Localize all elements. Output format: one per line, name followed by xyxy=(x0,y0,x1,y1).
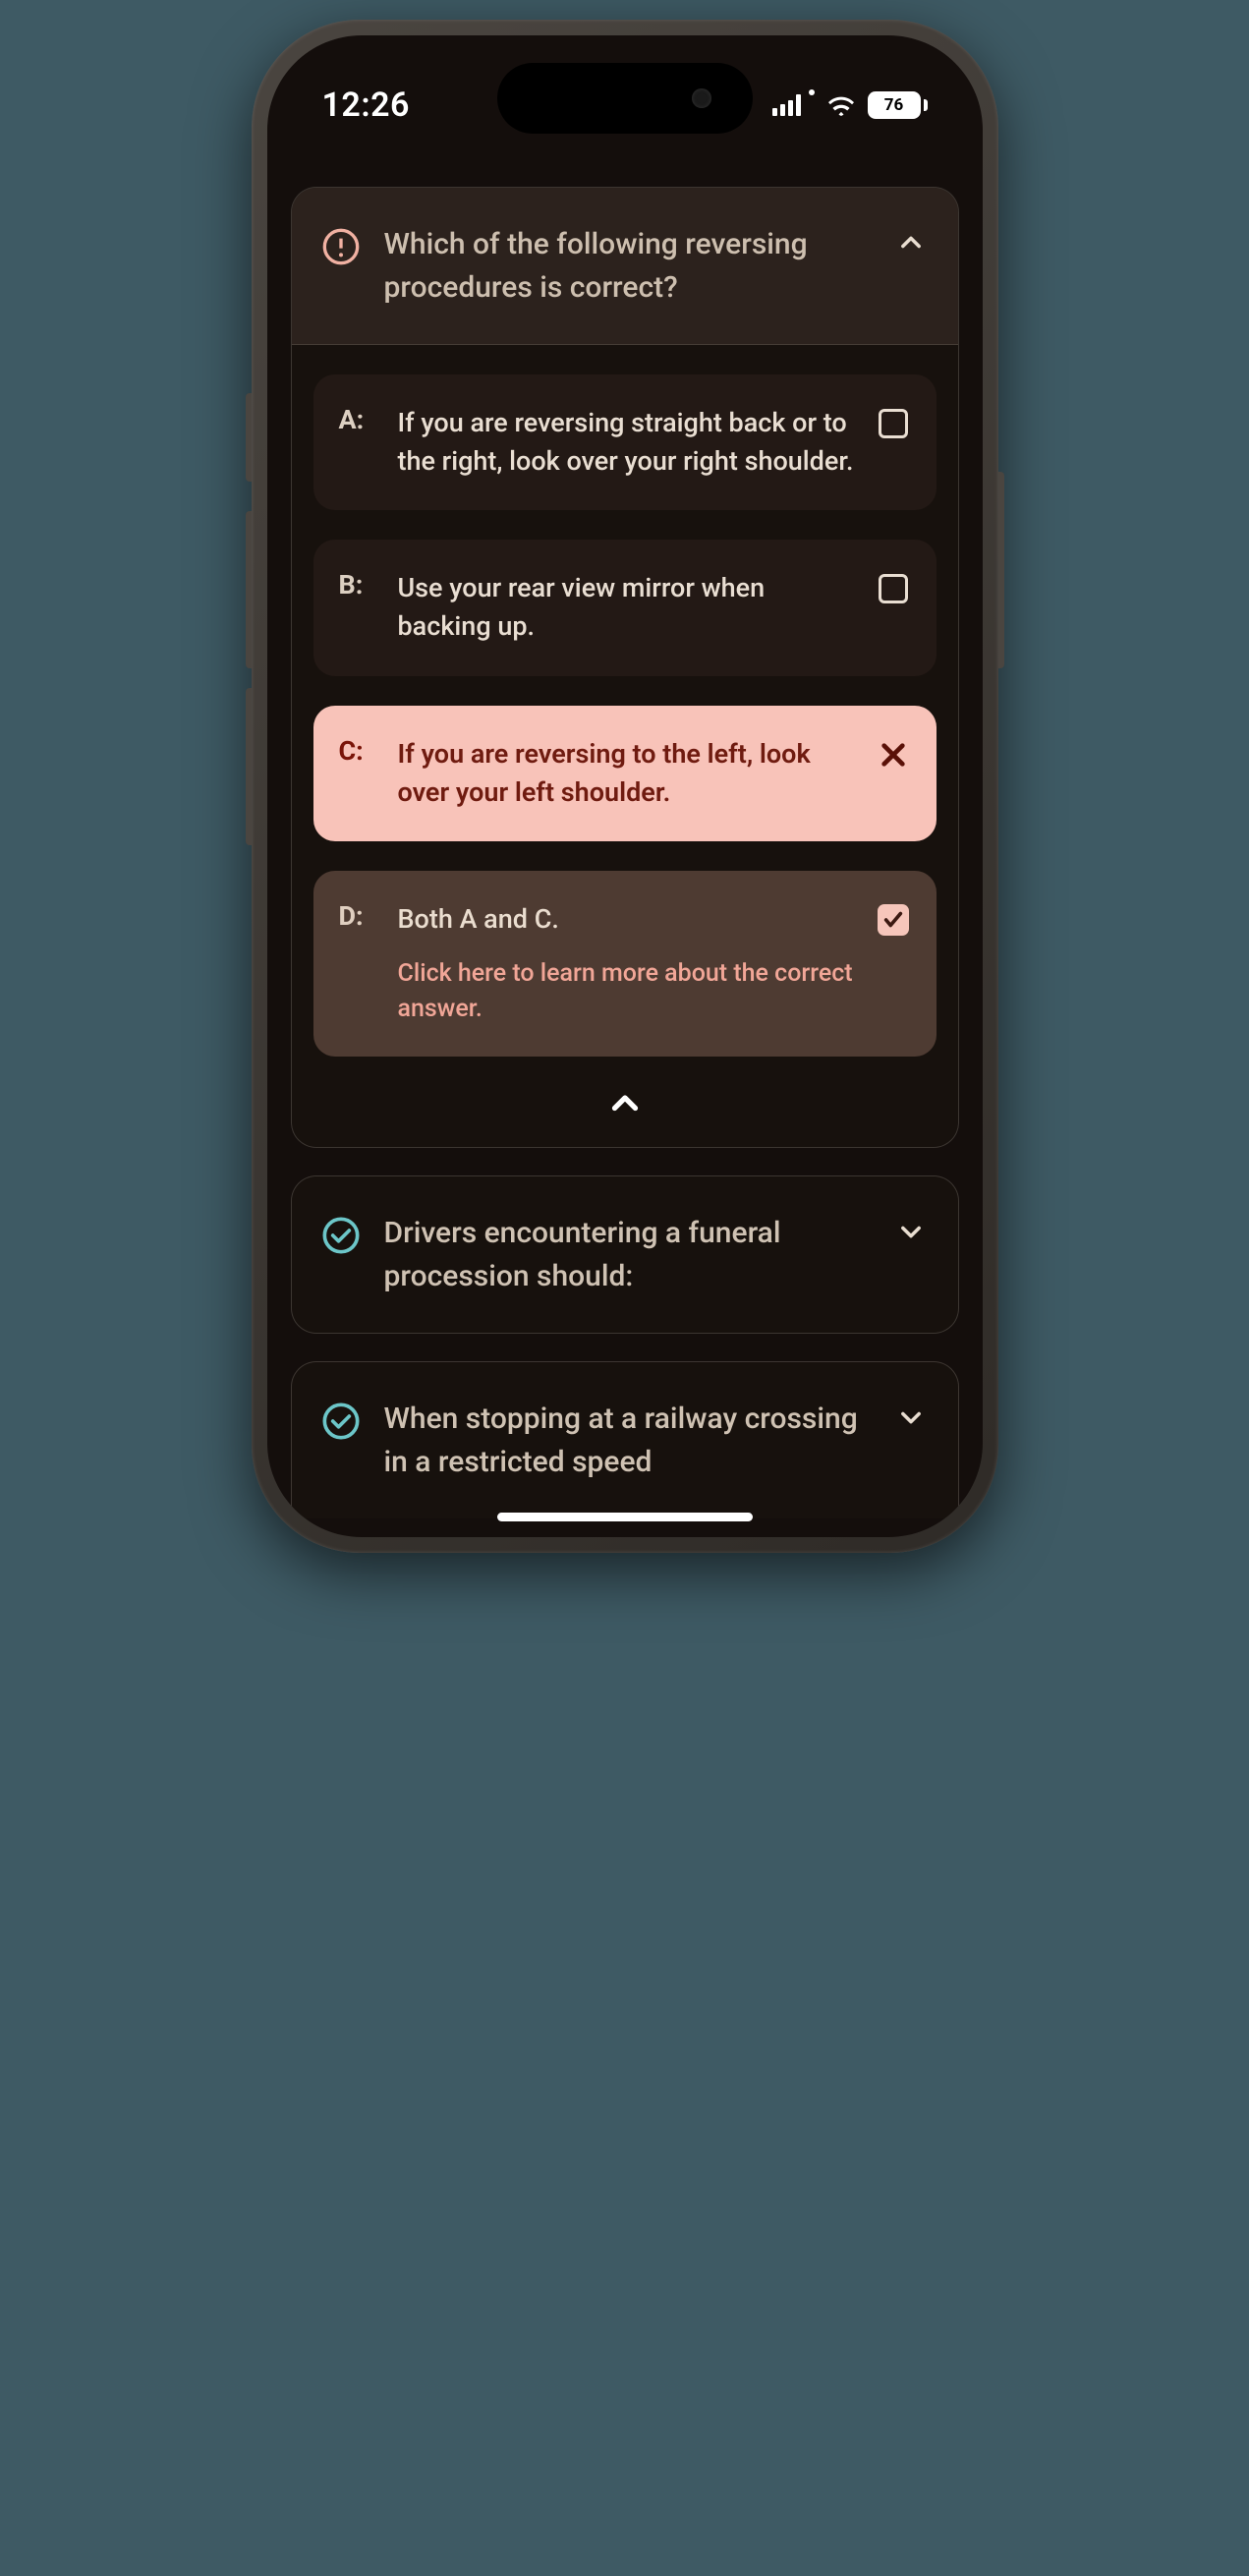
answer-letter: C: xyxy=(339,735,378,767)
answer-option-a[interactable]: A: If you are reversing straight back or… xyxy=(313,374,937,510)
chevron-up-icon[interactable] xyxy=(893,229,929,257)
check-circle-icon xyxy=(319,1400,363,1443)
collapse-button[interactable] xyxy=(292,1064,958,1147)
battery-level: 76 xyxy=(884,95,904,115)
answer-option-c[interactable]: C: If you are reversing to the left, loo… xyxy=(313,706,937,841)
checkbox-unchecked-icon[interactable] xyxy=(876,571,911,606)
question-card: When stopping at a railway crossing in a… xyxy=(291,1361,959,1518)
dual-sim-dot-icon xyxy=(809,89,815,95)
battery-indicator: 76 xyxy=(868,91,928,119)
status-indicators: 76 xyxy=(772,91,928,119)
chevron-down-icon[interactable] xyxy=(893,1218,929,1245)
question-header[interactable]: Drivers encountering a funeral processio… xyxy=(292,1176,958,1333)
home-indicator[interactable] xyxy=(497,1513,753,1521)
answer-option-b[interactable]: B: Use your rear view mirror when backin… xyxy=(313,540,937,675)
question-text: Which of the following reversing procedu… xyxy=(384,223,872,309)
alert-circle-icon xyxy=(319,225,363,268)
question-text: Drivers encountering a funeral processio… xyxy=(384,1212,872,1297)
question-list[interactable]: Which of the following reversing procedu… xyxy=(267,151,983,1537)
chevron-down-icon[interactable] xyxy=(893,1403,929,1431)
status-time: 12:26 xyxy=(322,86,410,125)
learn-more-link[interactable]: Click here to learn more about the corre… xyxy=(398,956,856,1028)
phone-frame: 12:26 76 xyxy=(252,20,998,1553)
wifi-icon xyxy=(828,94,854,116)
question-header[interactable]: Which of the following reversing procedu… xyxy=(292,188,958,345)
answer-text: Both A and C. xyxy=(398,900,856,939)
cellular-signal-icon xyxy=(772,94,801,116)
answer-text: Use your rear view mirror when backing u… xyxy=(398,569,856,646)
question-card: Drivers encountering a funeral processio… xyxy=(291,1175,959,1334)
answer-text: If you are reversing to the left, look o… xyxy=(398,735,856,812)
question-card: Which of the following reversing procedu… xyxy=(291,187,959,1148)
answer-text: If you are reversing straight back or to… xyxy=(398,404,856,481)
chevron-up-icon xyxy=(607,1086,643,1125)
answer-letter: A: xyxy=(339,404,378,435)
answer-list: A: If you are reversing straight back or… xyxy=(292,345,958,1064)
question-text: When stopping at a railway crossing in a… xyxy=(384,1398,872,1483)
checkbox-unchecked-icon[interactable] xyxy=(876,406,911,441)
check-circle-icon xyxy=(319,1214,363,1257)
question-header[interactable]: When stopping at a railway crossing in a… xyxy=(292,1362,958,1518)
checkbox-checked-icon xyxy=(876,902,911,938)
dynamic-island xyxy=(497,63,753,134)
answer-letter: D: xyxy=(339,900,378,932)
answer-option-d[interactable]: D: Both A and C. Click here to learn mor… xyxy=(313,871,937,1058)
screen: 12:26 76 xyxy=(267,35,983,1537)
close-icon xyxy=(876,737,911,773)
side-button xyxy=(998,472,1004,668)
answer-letter: B: xyxy=(339,569,378,601)
